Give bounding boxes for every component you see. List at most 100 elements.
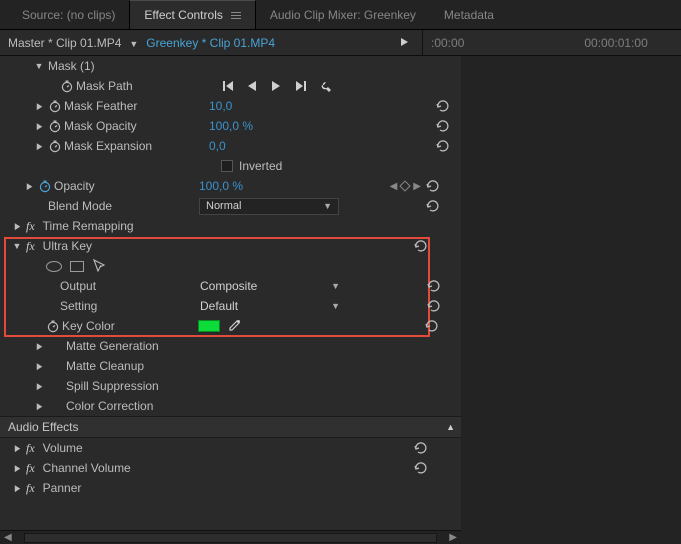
stopwatch-icon[interactable] bbox=[48, 99, 62, 113]
audio-effects-header: Audio Effects ▲ bbox=[0, 416, 461, 438]
keyframe-timeline-area[interactable] bbox=[461, 56, 681, 544]
reset-icon[interactable] bbox=[435, 138, 449, 155]
twisty-right-icon[interactable] bbox=[34, 381, 44, 392]
twisty-down-icon[interactable] bbox=[12, 241, 22, 252]
tab-effect-controls-label: Effect Controls bbox=[144, 8, 222, 22]
opacity-value[interactable]: 100,0 % bbox=[199, 179, 243, 193]
twisty-right-icon[interactable] bbox=[34, 121, 44, 132]
mask-expansion-value[interactable]: 0,0 bbox=[209, 139, 226, 153]
tab-source[interactable]: Source: (no clips) bbox=[8, 1, 129, 29]
fx-icon: fx bbox=[26, 461, 35, 476]
reset-icon[interactable] bbox=[426, 298, 440, 315]
twisty-right-icon[interactable] bbox=[34, 341, 44, 352]
twisty-down-icon[interactable] bbox=[34, 61, 44, 72]
output-select[interactable]: Composite ▼ bbox=[200, 279, 340, 293]
matte-cleanup-row[interactable]: Matte Cleanup bbox=[0, 356, 461, 376]
color-correction-row[interactable]: Color Correction bbox=[0, 396, 461, 416]
sequence-clip-label[interactable]: Greenkey * Clip 01.MP4 bbox=[146, 36, 275, 50]
twisty-right-icon[interactable] bbox=[34, 401, 44, 412]
time-remapping-label: Time Remapping bbox=[43, 219, 134, 233]
reset-icon[interactable] bbox=[426, 278, 440, 295]
eyedropper-icon[interactable] bbox=[226, 319, 240, 333]
blend-mode-value: Normal bbox=[206, 200, 241, 212]
setting-select[interactable]: Default ▼ bbox=[200, 299, 340, 313]
pen-mask-icon[interactable] bbox=[92, 258, 106, 275]
play-back-icon[interactable] bbox=[245, 79, 259, 93]
reset-icon[interactable] bbox=[413, 440, 427, 457]
blend-mode-label: Blend Mode bbox=[48, 199, 112, 213]
timeline-ruler[interactable]: :00:00 00:00:01:00 bbox=[423, 36, 673, 50]
tab-audio-mixer[interactable]: Audio Clip Mixer: Greenkey bbox=[256, 1, 430, 29]
effect-controls-panel: Mask (1) Mask Path bbox=[0, 56, 681, 544]
reset-icon[interactable] bbox=[425, 178, 439, 195]
channel-volume-row[interactable]: fx Channel Volume bbox=[0, 458, 461, 478]
stopwatch-icon[interactable] bbox=[46, 319, 60, 333]
mask-group[interactable]: Mask (1) bbox=[0, 56, 461, 76]
opacity-label: Opacity bbox=[54, 179, 95, 193]
ruler-time-0: :00:00 bbox=[431, 36, 464, 50]
inverted-checkbox[interactable] bbox=[221, 160, 233, 172]
inverted-label: Inverted bbox=[239, 159, 282, 173]
ultra-key-row[interactable]: fx Ultra Key bbox=[0, 236, 461, 256]
mask-feather-value[interactable]: 10,0 bbox=[209, 99, 232, 113]
twisty-right-icon[interactable] bbox=[34, 361, 44, 372]
tab-metadata[interactable]: Metadata bbox=[430, 1, 508, 29]
mask-opacity-value[interactable]: 100,0 % bbox=[209, 119, 253, 133]
clip-menu-caret[interactable] bbox=[129, 36, 138, 50]
rect-mask-icon[interactable] bbox=[70, 261, 84, 272]
stopwatch-icon[interactable] bbox=[48, 119, 62, 133]
reset-icon[interactable] bbox=[425, 198, 439, 215]
twisty-right-icon[interactable] bbox=[34, 141, 44, 152]
key-color-swatch[interactable] bbox=[198, 320, 220, 332]
play-clip-icon[interactable] bbox=[400, 36, 410, 50]
play-icon[interactable] bbox=[269, 79, 283, 93]
step-back-icon[interactable] bbox=[221, 79, 235, 93]
volume-row[interactable]: fx Volume bbox=[0, 438, 461, 458]
spill-suppression-label: Spill Suppression bbox=[66, 379, 159, 393]
twisty-right-icon[interactable] bbox=[24, 181, 34, 192]
next-keyframe-icon[interactable]: ▶ bbox=[413, 181, 421, 192]
section-collapse-icon[interactable]: ▲ bbox=[446, 422, 455, 432]
scroll-track[interactable] bbox=[24, 533, 438, 543]
audio-effects-label: Audio Effects bbox=[8, 420, 79, 434]
twisty-right-icon[interactable] bbox=[12, 463, 22, 474]
scroll-left-icon[interactable]: ◀ bbox=[4, 532, 12, 543]
stopwatch-animated-icon[interactable] bbox=[38, 179, 52, 193]
setting-label: Setting bbox=[60, 299, 97, 313]
stopwatch-icon[interactable] bbox=[60, 79, 74, 93]
twisty-right-icon[interactable] bbox=[12, 221, 22, 232]
add-keyframe-icon[interactable] bbox=[400, 180, 411, 191]
reset-icon[interactable] bbox=[435, 98, 449, 115]
channel-volume-label: Channel Volume bbox=[43, 461, 131, 475]
chevron-down-icon: ▼ bbox=[323, 201, 332, 211]
reset-icon[interactable] bbox=[413, 238, 427, 255]
wrench-icon[interactable] bbox=[317, 79, 331, 93]
twisty-right-icon[interactable] bbox=[34, 101, 44, 112]
blend-mode-select[interactable]: Normal ▼ bbox=[199, 198, 339, 215]
stopwatch-icon[interactable] bbox=[48, 139, 62, 153]
timeline-zoom-scroll[interactable]: ◀ ▶ bbox=[0, 530, 461, 544]
scroll-right-icon[interactable]: ▶ bbox=[449, 532, 457, 543]
mask-path-label: Mask Path bbox=[76, 79, 133, 93]
tab-effect-controls[interactable]: Effect Controls bbox=[129, 0, 255, 29]
reset-icon[interactable] bbox=[435, 118, 449, 135]
output-label: Output bbox=[60, 279, 96, 293]
twisty-right-icon[interactable] bbox=[12, 443, 22, 454]
ultra-key-label: Ultra Key bbox=[43, 239, 92, 253]
ultra-key-mask-shapes bbox=[0, 256, 461, 276]
matte-generation-row[interactable]: Matte Generation bbox=[0, 336, 461, 356]
spill-suppression-row[interactable]: Spill Suppression bbox=[0, 376, 461, 396]
reset-icon[interactable] bbox=[424, 318, 438, 335]
ruler-time-1: 00:00:01:00 bbox=[584, 36, 647, 50]
ellipse-mask-icon[interactable] bbox=[46, 261, 62, 272]
prev-keyframe-icon[interactable]: ◀ bbox=[390, 181, 398, 192]
reset-icon[interactable] bbox=[413, 460, 427, 477]
panner-row[interactable]: fx Panner bbox=[0, 478, 461, 498]
mask-expansion-label: Mask Expansion bbox=[64, 139, 152, 153]
step-fwd-icon[interactable] bbox=[293, 79, 307, 93]
panel-menu-icon[interactable] bbox=[231, 10, 241, 21]
fx-icon: fx bbox=[26, 481, 35, 496]
time-remapping-row[interactable]: fx Time Remapping bbox=[0, 216, 461, 236]
twisty-right-icon[interactable] bbox=[12, 483, 22, 494]
mask-opacity-row: Mask Opacity 100,0 % bbox=[0, 116, 461, 136]
